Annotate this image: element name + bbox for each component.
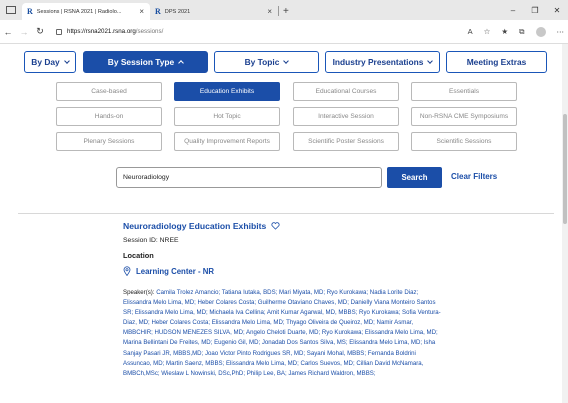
lock-icon <box>56 28 62 35</box>
clear-filters-link[interactable]: Clear Filters <box>451 172 497 181</box>
session-title-row: Neuroradiology Education Exhibits <box>123 221 443 231</box>
tab-actions-icon[interactable] <box>6 6 16 14</box>
location-row: Learning Center - NR <box>123 266 443 276</box>
chevron-up-icon <box>178 60 185 66</box>
search-button[interactable]: Search <box>387 167 442 188</box>
meeting-extras-button[interactable]: Meeting Extras <box>446 51 547 73</box>
chip-hot-topic[interactable]: Hot Topic <box>174 107 280 126</box>
read-aloud-icon[interactable]: A <box>468 27 473 36</box>
tab-divider <box>278 6 279 16</box>
by-day-button[interactable]: By Day <box>24 51 76 73</box>
by-topic-label: By Topic <box>244 57 280 67</box>
rsna-favicon-icon: R <box>27 7 33 16</box>
more-menu-icon[interactable]: ⋯ <box>557 27 565 36</box>
forward-icon[interactable]: → <box>16 27 32 37</box>
meeting-extras-label: Meeting Extras <box>466 57 527 67</box>
by-day-label: By Day <box>31 57 60 67</box>
chip-quality-improvement-reports[interactable]: Quality Improvement Reports <box>174 132 280 151</box>
speakers-list: Speaker(s): Camila Trolez Amancio; Tatia… <box>123 288 443 379</box>
chevron-down-icon <box>427 57 434 64</box>
add-favorite-icon[interactable]: ☆ <box>484 27 491 36</box>
chevron-down-icon <box>283 57 290 64</box>
url-path: /sessions/ <box>135 28 164 35</box>
tab-label: DPS 2021 <box>164 8 191 15</box>
location-link[interactable]: Learning Center - NR <box>136 267 214 276</box>
session-result: Neuroradiology Education Exhibits Sessio… <box>123 221 443 379</box>
location-heading: Location <box>123 251 154 260</box>
new-tab-icon[interactable]: + <box>283 6 289 17</box>
tab-label: Sessions | RSNA 2021 | Radiolo... <box>36 8 122 15</box>
chip-scientific-poster-sessions[interactable]: Scientific Poster Sessions <box>293 132 399 151</box>
address-bar: ← → ↻ https://rsna2021.rsna.org/sessions… <box>0 20 568 44</box>
results-divider <box>18 213 554 214</box>
rsna-favicon-icon: R <box>155 7 161 16</box>
page-scrollbar[interactable] <box>562 44 568 403</box>
chip-interactive-session[interactable]: Interactive Session <box>293 107 399 126</box>
session-id: Session ID: NREE <box>123 237 179 244</box>
chip-case-based[interactable]: Case-based <box>56 82 162 101</box>
map-pin-icon <box>123 266 131 276</box>
window-controls: – ❐ ✕ <box>502 0 568 20</box>
chip-hands-on[interactable]: Hands-on <box>56 107 162 126</box>
url-field[interactable]: https://rsna2021.rsna.org/sessions/ <box>56 28 163 35</box>
chip-essentials[interactable]: Essentials <box>411 82 517 101</box>
reload-icon[interactable]: ↻ <box>32 26 48 37</box>
browser-tab-bar: R Sessions | RSNA 2021 | Radiolo... × R … <box>0 0 568 20</box>
url-host: https://rsna2021.rsna.org <box>67 28 136 35</box>
close-tab-icon[interactable]: × <box>267 7 272 16</box>
browser-tab-dps[interactable]: R DPS 2021 × <box>150 3 278 20</box>
browser-toolbar-right: A ☆ ★ ⧉ ⋯ <box>457 26 565 37</box>
industry-presentations-button[interactable]: Industry Presentations <box>325 51 440 73</box>
chip-non-rsna-cme-symposiums[interactable]: Non-RSNA CME Symposiums <box>411 107 517 126</box>
browser-tab-sessions[interactable]: R Sessions | RSNA 2021 | Radiolo... × <box>22 3 150 20</box>
by-session-type-button[interactable]: By Session Type <box>83 51 208 73</box>
chip-plenary-sessions[interactable]: Plenary Sessions <box>56 132 162 151</box>
search-input[interactable]: Neuroradiology <box>116 167 382 188</box>
chip-scientific-sessions[interactable]: Scientific Sessions <box>411 132 517 151</box>
favorites-icon[interactable]: ★ <box>501 27 508 36</box>
speakers-label: Speaker(s): <box>123 289 155 296</box>
chip-educational-courses[interactable]: Educational Courses <box>293 82 399 101</box>
close-window-icon[interactable]: ✕ <box>546 6 568 15</box>
restore-icon[interactable]: ❐ <box>524 6 546 15</box>
minimize-icon[interactable]: – <box>502 6 524 15</box>
scrollbar-thumb[interactable] <box>563 114 567 224</box>
chip-education-exhibits[interactable]: Education Exhibits <box>174 82 280 101</box>
chevron-down-icon <box>63 57 70 64</box>
session-title-link[interactable]: Neuroradiology Education Exhibits <box>123 221 266 231</box>
close-tab-icon[interactable]: × <box>139 7 144 16</box>
profile-avatar[interactable] <box>535 26 546 37</box>
back-icon[interactable]: ← <box>0 27 16 37</box>
favorite-heart-icon[interactable] <box>271 222 280 230</box>
speakers-names[interactable]: Camila Trolez Amancio; Tatiana Iutaka, B… <box>123 289 441 377</box>
page-content: By Day By Session Type By Topic Industry… <box>0 44 562 403</box>
industry-label: Industry Presentations <box>332 57 424 67</box>
collections-icon[interactable]: ⧉ <box>519 27 524 37</box>
by-session-type-label: By Session Type <box>107 57 175 67</box>
by-topic-button[interactable]: By Topic <box>214 51 319 73</box>
